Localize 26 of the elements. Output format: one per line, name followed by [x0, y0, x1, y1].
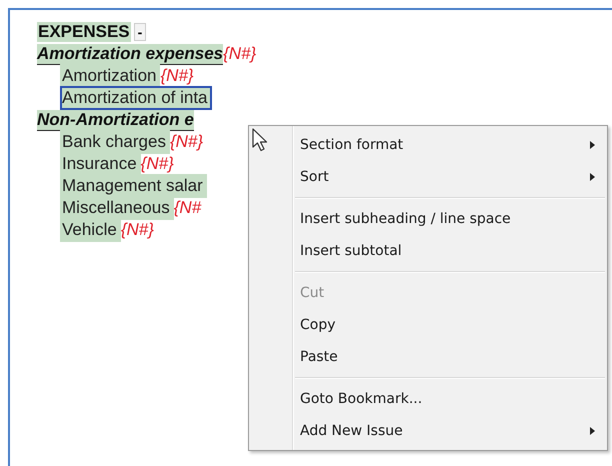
menu-item[interactable]: Section format: [249, 129, 607, 161]
field-code: {N#}: [170, 132, 204, 152]
dropdown-button[interactable]: -: [134, 23, 146, 41]
field-code: {N#: [174, 198, 202, 218]
account-label[interactable]: Miscellaneous: [60, 196, 174, 220]
menu-item[interactable]: Insert subheading / line space: [249, 203, 607, 235]
account-label[interactable]: Amortization of inta: [60, 86, 212, 110]
account-label[interactable]: Insurance: [60, 152, 141, 176]
menu-item[interactable]: Paste: [249, 341, 607, 373]
account-label[interactable]: Bank charges: [60, 130, 170, 154]
account-label[interactable]: Amortization: [60, 64, 160, 88]
group-heading[interactable]: Non-Amortization e: [37, 110, 194, 131]
account-label[interactable]: Vehicle: [60, 218, 121, 242]
menu-item[interactable]: Sort: [249, 161, 607, 193]
group-heading[interactable]: Amortization expenses: [37, 44, 224, 65]
field-code: {N#}: [120, 220, 154, 240]
menu-item[interactable]: Insert subtotal: [249, 235, 607, 267]
menu-item[interactable]: Goto Bookmark...: [249, 383, 607, 415]
account-label[interactable]: Management salar: [60, 174, 207, 198]
menu-item[interactable]: Copy: [249, 309, 607, 341]
field-code: {N#}: [160, 66, 194, 86]
menu-item[interactable]: Add New Issue: [249, 415, 607, 447]
field-code: {N#}: [223, 44, 256, 64]
field-code: {N#}: [140, 154, 174, 174]
section-heading: EXPENSES: [37, 22, 131, 42]
mouse-pointer-icon: [252, 128, 268, 152]
